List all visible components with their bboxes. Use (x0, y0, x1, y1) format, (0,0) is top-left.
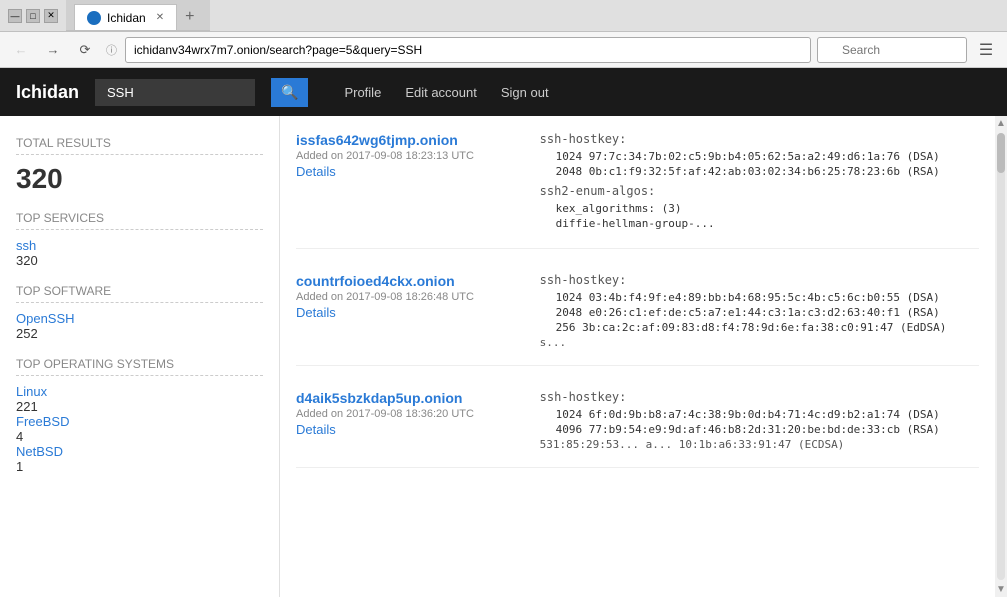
key-line-1-1: 2048 0b:c1:f9:32:5f:af:42:ab:03:02:34:b6… (556, 165, 979, 178)
tab-favicon (87, 11, 101, 25)
top-os-label: Top Operating Systems (16, 357, 263, 376)
list-item: ssh 320 (16, 238, 263, 268)
active-tab[interactable]: Ichidan ✕ (74, 4, 177, 30)
result-extra-3: 531:85:29:53... a... 10:1b:a6:33:91:47 (… (540, 438, 979, 451)
info-icon: ⓘ (106, 42, 117, 58)
os-name-netbsd[interactable]: NetBSD (16, 444, 263, 459)
main-content: Total Results 320 Top Services ssh 320 T… (0, 116, 1007, 597)
result-domain-2[interactable]: countrfoioed4ckx.onion (296, 273, 455, 289)
top-services-section: Top Services ssh 320 (16, 211, 263, 268)
total-results-value: 320 (16, 163, 263, 195)
result-details-3[interactable]: Details (296, 422, 516, 437)
total-results-section: Total Results 320 (16, 136, 263, 195)
close-button[interactable]: ✕ (44, 9, 58, 23)
result-right-3: ssh-hostkey: 1024 6f:0d:9b:b8:a7:4c:38:9… (540, 390, 979, 451)
os-count-linux: 221 (16, 399, 263, 414)
top-software-section: Top Software OpenSSH 252 (16, 284, 263, 341)
nav-sign-out[interactable]: Sign out (489, 77, 561, 108)
browser-search-input[interactable] (817, 37, 967, 63)
search-wrapper: 🔍 (817, 37, 967, 63)
list-item: Linux 221 (16, 384, 263, 414)
key-line-3-0: 1024 6f:0d:9b:b8:a7:4c:38:9b:0d:b4:71:4c… (556, 408, 979, 421)
key-line-2-2: 256 3b:ca:2c:af:09:83:d8:f4:78:9d:6e:fa:… (556, 321, 979, 334)
minimize-button[interactable]: — (8, 9, 22, 23)
app-header: Ichidan 🔍 Profile Edit account Sign out (0, 68, 1007, 116)
list-item: FreeBSD 4 (16, 414, 263, 444)
window-chrome: — □ ✕ Ichidan ✕ + (0, 0, 1007, 32)
tab-title: Ichidan (107, 11, 146, 25)
result-domain-1[interactable]: issfas642wg6tjmp.onion (296, 132, 458, 148)
key-line-3-1: 4096 77:b9:54:e9:9d:af:46:b8:2d:31:20:be… (556, 423, 979, 436)
top-software-label: Top Software (16, 284, 263, 303)
address-bar: ← → ⟳ ⓘ 🔍 ☰ (0, 32, 1007, 68)
result-extra-2: s... (540, 336, 979, 349)
app-nav: Profile Edit account Sign out (332, 77, 560, 108)
result-right-2: ssh-hostkey: 1024 03:4b:f4:9f:e4:89:bb:b… (540, 273, 979, 349)
window-controls: — □ ✕ (8, 9, 58, 23)
result-left-2: countrfoioed4ckx.onion Added on 2017-09-… (296, 273, 516, 349)
result-right-1: ssh-hostkey: 1024 97:7c:34:7b:02:c5:9b:b… (540, 132, 979, 232)
service-name-ssh[interactable]: ssh (16, 238, 263, 253)
scroll-track[interactable] (997, 133, 1005, 580)
os-count-freebsd: 4 (16, 429, 263, 444)
result-date-1: Added on 2017-09-08 18:23:13 UTC (296, 150, 516, 162)
service-count-ssh: 320 (16, 253, 263, 268)
scroll-up-arrow[interactable]: ▲ (994, 116, 1007, 131)
nav-profile[interactable]: Profile (332, 77, 393, 108)
enum-label-1: ssh2-enum-algos: (540, 184, 979, 198)
total-results-label: Total Results (16, 136, 263, 155)
maximize-button[interactable]: □ (26, 9, 40, 23)
table-row: countrfoioed4ckx.onion Added on 2017-09-… (296, 273, 979, 366)
address-input[interactable] (125, 37, 811, 63)
results-list: issfas642wg6tjmp.onion Added on 2017-09-… (280, 116, 995, 597)
new-tab-button[interactable]: + (177, 4, 202, 30)
hostkey-label-3: ssh-hostkey: (540, 390, 979, 404)
table-row: d4aik5sbzkdap5up.onion Added on 2017-09-… (296, 390, 979, 468)
enum-line-1-1: diffie-hellman-group-... (556, 217, 979, 230)
table-row: issfas642wg6tjmp.onion Added on 2017-09-… (296, 132, 979, 249)
nav-edit-account[interactable]: Edit account (393, 77, 489, 108)
sidebar: Total Results 320 Top Services ssh 320 T… (0, 116, 280, 597)
app-search-input[interactable] (95, 79, 255, 106)
hostkey-label-1: ssh-hostkey: (540, 132, 979, 146)
list-item: NetBSD 1 (16, 444, 263, 474)
app-logo: Ichidan (16, 82, 79, 103)
reload-button[interactable]: ⟳ (72, 37, 98, 63)
os-name-freebsd[interactable]: FreeBSD (16, 414, 263, 429)
browser-menu-button[interactable]: ☰ (973, 37, 999, 63)
hostkey-label-2: ssh-hostkey: (540, 273, 979, 287)
result-details-2[interactable]: Details (296, 305, 516, 320)
key-line-2-1: 2048 e0:26:c1:ef:de:c5:a7:e1:44:c3:1a:c3… (556, 306, 979, 319)
top-services-label: Top Services (16, 211, 263, 230)
back-button[interactable]: ← (8, 37, 34, 63)
scrollbar[interactable]: ▲ ▼ (995, 116, 1007, 597)
tab-close-button[interactable]: ✕ (156, 12, 164, 23)
result-details-1[interactable]: Details (296, 164, 516, 179)
app-search-button[interactable]: 🔍 (271, 78, 308, 107)
enum-line-1-0: kex_algorithms: (3) (556, 202, 979, 215)
result-domain-3[interactable]: d4aik5sbzkdap5up.onion (296, 390, 462, 406)
os-name-linux[interactable]: Linux (16, 384, 263, 399)
os-count-netbsd: 1 (16, 459, 263, 474)
software-count-openssh: 252 (16, 326, 263, 341)
software-name-openssh[interactable]: OpenSSH (16, 311, 263, 326)
result-date-2: Added on 2017-09-08 18:26:48 UTC (296, 291, 516, 303)
result-left-1: issfas642wg6tjmp.onion Added on 2017-09-… (296, 132, 516, 232)
scroll-thumb[interactable] (997, 133, 1005, 173)
scroll-down-arrow[interactable]: ▼ (994, 582, 1007, 597)
result-date-3: Added on 2017-09-08 18:36:20 UTC (296, 408, 516, 420)
forward-button[interactable]: → (40, 37, 66, 63)
list-item: OpenSSH 252 (16, 311, 263, 341)
key-line-2-0: 1024 03:4b:f4:9f:e4:89:bb:b4:68:95:5c:4b… (556, 291, 979, 304)
tab-bar: Ichidan ✕ + (66, 0, 210, 31)
result-left-3: d4aik5sbzkdap5up.onion Added on 2017-09-… (296, 390, 516, 451)
key-line-1-0: 1024 97:7c:34:7b:02:c5:9b:b4:05:62:5a:a2… (556, 150, 979, 163)
top-os-section: Top Operating Systems Linux 221 FreeBSD … (16, 357, 263, 474)
